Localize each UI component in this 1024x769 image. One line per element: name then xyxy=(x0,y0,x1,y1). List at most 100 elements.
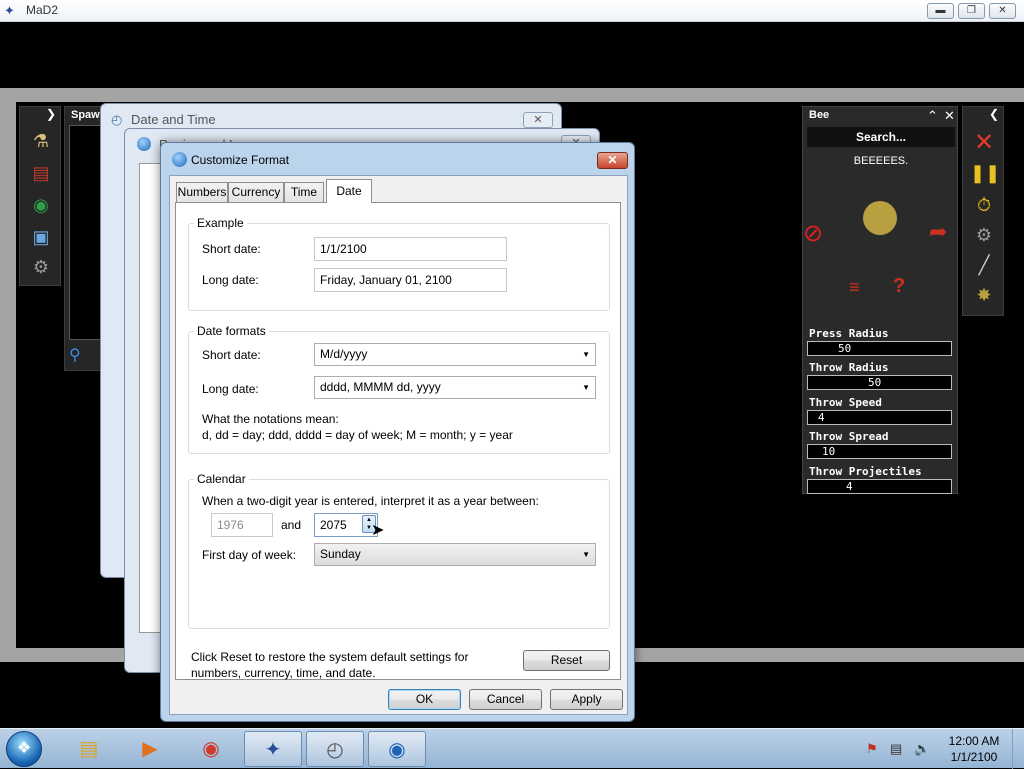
dialog-client: Numbers Currency Time Date Example Short… xyxy=(169,175,628,715)
media-player-icon[interactable]: ▶ xyxy=(121,731,179,767)
bee-description: BEEEEES. xyxy=(853,155,909,167)
date-tab-page: Example Short date: 1/1/2100 Long date: … xyxy=(175,202,621,680)
throw-radius-field[interactable]: 50 xyxy=(807,375,952,390)
notation-title: What the notations mean: xyxy=(202,412,339,426)
start-button[interactable]: ❖ xyxy=(6,731,42,767)
tab-numbers[interactable]: Numbers xyxy=(176,182,228,202)
calendar-legend: Calendar xyxy=(194,472,249,486)
throw-speed-field[interactable]: 4 xyxy=(807,410,952,425)
settings-gear-icon[interactable]: ⚙ xyxy=(970,221,998,249)
example-short-date-label: Short date: xyxy=(202,242,261,256)
short-date-format-label: Short date: xyxy=(202,348,261,362)
globe-icon xyxy=(137,137,151,151)
first-day-of-week-combo[interactable]: Sunday ▼ xyxy=(314,543,596,566)
bee-panel-title: Bee xyxy=(809,109,830,121)
reset-button[interactable]: Reset xyxy=(523,650,610,671)
dialog-close-button[interactable]: ✕ xyxy=(597,152,628,169)
mouse-cursor-icon: ➤ xyxy=(371,522,385,539)
globe-settings-icon xyxy=(172,152,187,167)
example-group: Example Short date: 1/1/2100 Long date: … xyxy=(188,216,610,311)
bee-search-box[interactable]: Search... xyxy=(807,127,955,147)
gear-icon[interactable]: ⚙ xyxy=(27,253,55,281)
long-date-format-value: dddd, MMMM dd, yyyy xyxy=(320,380,441,394)
knife-icon[interactable]: ╱ xyxy=(970,251,998,279)
network-icon[interactable]: ▤ xyxy=(890,741,902,757)
app-titlebar: ✦ MaD2 ▬ ❐ ✕ xyxy=(0,0,1024,22)
no-entry-icon[interactable]: ⊘ xyxy=(803,219,823,248)
ruler-person-icon[interactable]: ⚗ xyxy=(27,127,55,155)
region-taskbar-icon[interactable]: ◉ xyxy=(368,731,426,767)
example-short-date-value: 1/1/2100 xyxy=(314,237,507,261)
save-icon[interactable]: ▣ xyxy=(27,223,55,251)
and-label: and xyxy=(281,518,302,532)
notation-text: d, dd = day; ddd, dddd = day of week; M … xyxy=(202,428,513,442)
collapse-up-icon[interactable]: ⌃ xyxy=(927,108,938,124)
press-radius-field[interactable]: 50 xyxy=(807,341,952,356)
date-formats-legend: Date formats xyxy=(194,324,269,338)
clock-icon: ◴ xyxy=(111,112,123,127)
short-date-format-value: M/d/yyyy xyxy=(320,347,368,361)
two-digit-year-text: When a two-digit year is entered, interp… xyxy=(202,494,539,508)
reset-info-line-1: Click Reset to restore the system defaul… xyxy=(191,650,469,664)
app-title: MaD2 xyxy=(26,3,59,17)
collapse-arrow-icon[interactable]: ❯ xyxy=(46,107,56,121)
chevron-down-icon: ▼ xyxy=(582,383,590,392)
close-icon[interactable]: ✕ xyxy=(944,108,955,124)
bee-swarm-icon[interactable] xyxy=(863,201,897,235)
close-button[interactable]: ✕ xyxy=(989,3,1016,19)
game-border-left xyxy=(0,88,16,662)
app-icon: ✦ xyxy=(4,3,15,18)
clock-time[interactable]: 12:00 AM xyxy=(944,734,1004,748)
collapse-arrow-icon[interactable]: ❮ xyxy=(989,107,999,121)
stopwatch-icon[interactable]: ⏱ xyxy=(970,191,998,219)
date-formats-group: Date formats Short date: M/d/yyyy ▼ Long… xyxy=(188,324,610,454)
chrome-icon[interactable]: ◉ xyxy=(182,731,240,767)
search-icon[interactable]: ⚲ xyxy=(69,345,81,365)
game-border-top xyxy=(0,88,1024,102)
maximize-button[interactable]: ❐ xyxy=(958,3,985,19)
ok-button[interactable]: OK xyxy=(388,689,461,710)
throw-spread-label: Throw Spread xyxy=(809,430,889,443)
first-day-of-week-value: Sunday xyxy=(320,547,361,561)
throw-speed-label: Throw Speed xyxy=(809,396,882,409)
customize-format-dialog: Customize Format ✕ Numbers Currency Time… xyxy=(160,142,635,722)
throw-projectiles-field[interactable]: 4 xyxy=(807,479,952,494)
throw-arrow-icon[interactable]: ➦ xyxy=(929,219,947,245)
cancel-button[interactable]: Cancel xyxy=(469,689,542,710)
date-time-taskbar-icon[interactable]: ◴ xyxy=(306,731,364,767)
date-time-dialog-title: Date and Time xyxy=(131,112,216,127)
throw-spread-field[interactable]: 10 xyxy=(807,444,952,459)
bee-tool-icon[interactable]: ✸ xyxy=(970,281,998,309)
dialog-title: Customize Format xyxy=(191,153,290,167)
close-x-icon[interactable]: ✕ xyxy=(970,129,998,157)
action-center-icon[interactable]: ⚑ xyxy=(866,741,878,757)
show-desktop-button[interactable] xyxy=(1012,729,1024,769)
help-icon[interactable]: ? xyxy=(893,275,905,298)
date-time-close-button[interactable]: ✕ xyxy=(523,112,553,128)
tab-date[interactable]: Date xyxy=(326,179,372,203)
throw-projectiles-label: Throw Projectiles xyxy=(809,465,922,478)
tab-time[interactable]: Time xyxy=(284,182,324,202)
dialog-titlebar: Customize Format ✕ xyxy=(161,143,634,175)
apply-button[interactable]: Apply xyxy=(550,689,623,710)
mad2-taskbar-icon[interactable]: ✦ xyxy=(244,731,302,767)
example-long-date-label: Long date: xyxy=(202,273,259,287)
menu-lines-icon[interactable]: ≡ xyxy=(849,277,860,298)
example-legend: Example xyxy=(194,216,247,230)
pause-icon[interactable]: ❚❚ xyxy=(970,159,1000,187)
book-icon[interactable]: ▤ xyxy=(27,159,55,187)
minimize-button[interactable]: ▬ xyxy=(927,3,954,19)
calendar-group: Calendar When a two-digit year is entere… xyxy=(188,472,610,629)
tab-currency[interactable]: Currency xyxy=(228,182,284,202)
long-date-format-combo[interactable]: dddd, MMMM dd, yyyy ▼ xyxy=(314,376,596,399)
explorer-folder-icon[interactable]: ▤ xyxy=(60,731,118,767)
throw-radius-label: Throw Radius xyxy=(809,361,889,374)
taskbar: ❖ ▤ ▶ ◉ ✦ ◴ ◉ ⚑ ▤ 🔈 12:00 AM 1/1/2100 xyxy=(0,728,1024,769)
volume-icon[interactable]: 🔈 xyxy=(914,741,930,757)
clock-date[interactable]: 1/1/2100 xyxy=(944,750,1004,764)
short-date-format-combo[interactable]: M/d/yyyy ▼ xyxy=(314,343,596,366)
globe-icon[interactable]: ◉ xyxy=(27,191,55,219)
chevron-down-icon: ▼ xyxy=(582,350,590,359)
press-radius-label: Press Radius xyxy=(809,327,889,340)
first-day-of-week-label: First day of week: xyxy=(202,548,297,562)
